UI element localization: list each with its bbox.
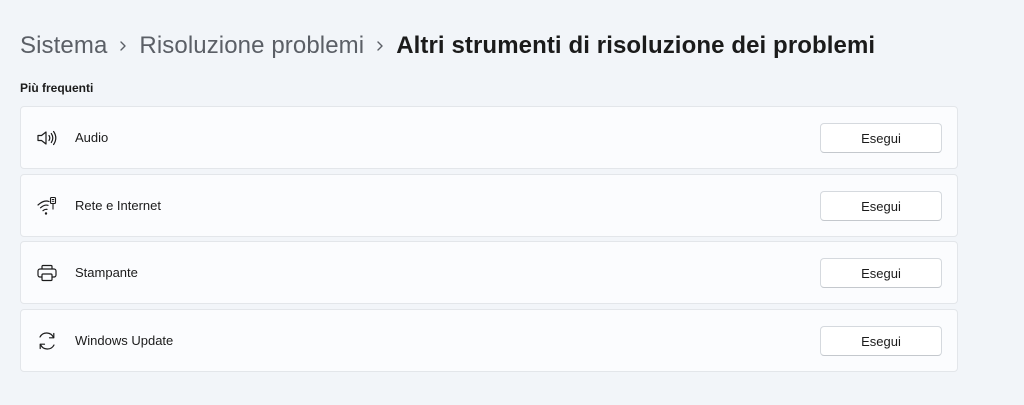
troubleshooter-printer: Stampante Esegui (20, 241, 958, 304)
section-title: Più frequenti (20, 81, 94, 95)
printer-icon (36, 262, 58, 284)
run-windows-update-button[interactable]: Esegui (820, 326, 942, 356)
chevron-right-icon (364, 28, 396, 64)
troubleshooter-label: Windows Update (75, 333, 174, 348)
breadcrumb: Sistema Risoluzione problemi Altri strum… (20, 28, 875, 64)
breadcrumb-risoluzione-problemi[interactable]: Risoluzione problemi (139, 32, 364, 60)
troubleshooter-audio: Audio Esegui (20, 106, 958, 169)
wifi-network-icon (36, 195, 58, 217)
troubleshooter-label: Stampante (75, 265, 138, 280)
sync-icon (36, 330, 58, 352)
troubleshooter-network: Rete e Internet Esegui (20, 174, 958, 237)
run-network-button[interactable]: Esegui (820, 191, 942, 221)
page-title: Altri strumenti di risoluzione dei probl… (396, 32, 876, 59)
troubleshooter-label: Audio (75, 130, 109, 145)
chevron-right-icon (107, 28, 139, 64)
troubleshooter-label: Rete e Internet (75, 198, 161, 213)
speaker-icon (36, 127, 58, 149)
run-printer-button[interactable]: Esegui (820, 258, 942, 288)
troubleshooter-windows-update: Windows Update Esegui (20, 309, 958, 372)
breadcrumb-sistema[interactable]: Sistema (20, 32, 107, 60)
run-audio-button[interactable]: Esegui (820, 123, 942, 153)
